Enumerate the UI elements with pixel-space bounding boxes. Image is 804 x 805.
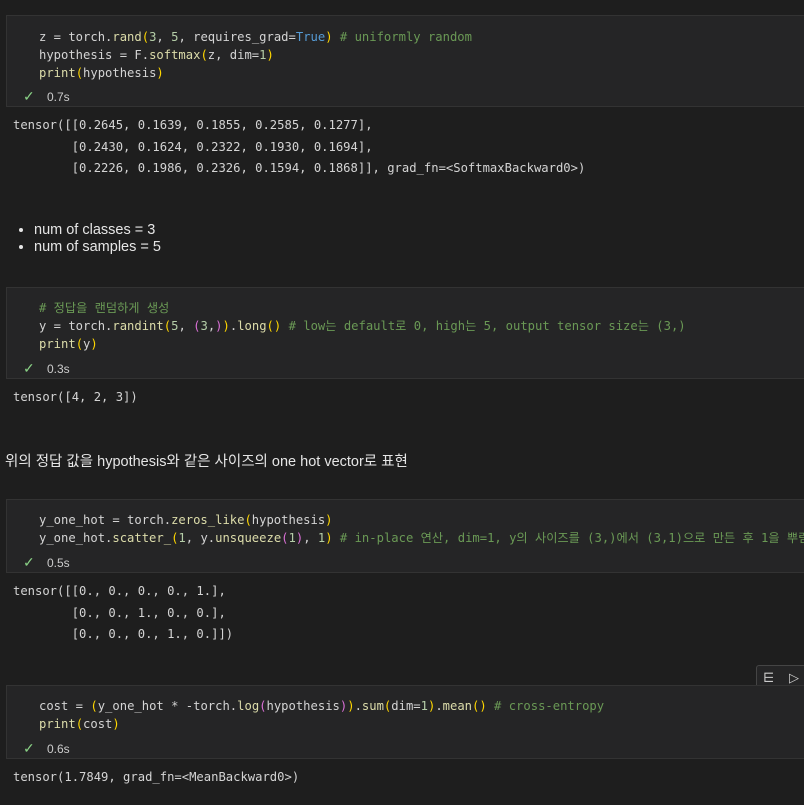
markdown-text: 위의 정답 값을 hypothesis와 같은 사이즈의 one hot vec… — [5, 454, 408, 470]
code-comment: # 정답을 랜덤하게 생성 — [39, 301, 170, 315]
cell-output-1: tensor([[0.2645, 0.1639, 0.1855, 0.2585,… — [13, 118, 586, 175]
run-icon[interactable]: ▷ — [789, 670, 804, 686]
code-cell-2[interactable]: # 정답을 랜덤하게 생성 y = torch.randint(5, (3,))… — [6, 287, 804, 379]
cell-output-4: tensor(1.7849, grad_fn=<MeanBackward0>) — [13, 770, 300, 784]
code-line: print(y) — [39, 337, 98, 351]
check-icon: ✓ — [23, 88, 35, 104]
execution-status: ✓ 0.7s — [23, 88, 70, 105]
markdown-cell: num of classes = 3 num of samples = 5 — [0, 222, 161, 256]
execution-time: 0.7s — [47, 89, 70, 104]
execution-status: ✓ 0.3s — [23, 360, 70, 377]
execution-status: ✓ 0.6s — [23, 740, 70, 757]
list-item: num of samples = 5 — [34, 239, 161, 256]
code-line: cost = (y_one_hot * -torch.log(hypothesi… — [39, 699, 605, 713]
cell-output-2: tensor([4, 2, 3]) — [13, 390, 138, 404]
check-icon: ✓ — [23, 554, 35, 570]
code-line: y = torch.randint(5, (3,)).long() # low는… — [39, 319, 686, 333]
code-cell-1[interactable]: z = torch.rand(3, 5, requires_grad=True)… — [6, 15, 804, 107]
code-editor[interactable]: z = torch.rand(3, 5, requires_grad=True)… — [39, 28, 472, 82]
execution-time: 0.5s — [47, 555, 70, 570]
code-line: y_one_hot.scatter_(1, y.unsqueeze(1), 1)… — [39, 531, 804, 545]
list-item: num of classes = 3 — [34, 222, 161, 239]
execution-time: 0.6s — [47, 741, 70, 756]
code-line: print(cost) — [39, 717, 120, 731]
code-line: z = torch.rand(3, 5, requires_grad=True)… — [39, 30, 472, 44]
code-editor[interactable]: # 정답을 랜덤하게 생성 y = torch.randint(5, (3,))… — [39, 299, 686, 353]
code-line: y_one_hot = torch.zeros_like(hypothesis) — [39, 513, 333, 527]
cell-output-3: tensor([[0., 0., 0., 0., 1.], [0., 0., 1… — [13, 584, 234, 641]
execution-time: 0.3s — [47, 361, 70, 376]
check-icon: ✓ — [23, 360, 35, 376]
code-line: hypothesis = F.softmax(z, dim=1) — [39, 48, 274, 62]
code-line: print(hypothesis) — [39, 66, 164, 80]
code-cell-3[interactable]: y_one_hot = torch.zeros_like(hypothesis)… — [6, 499, 804, 573]
execution-status: ✓ 0.5s — [23, 554, 70, 571]
check-icon: ✓ — [23, 740, 35, 756]
code-editor[interactable]: y_one_hot = torch.zeros_like(hypothesis)… — [39, 511, 804, 547]
code-editor[interactable]: cost = (y_one_hot * -torch.log(hypothesi… — [39, 697, 604, 733]
run-by-line-icon[interactable]: ⋿ — [763, 670, 789, 686]
code-cell-4[interactable]: cost = (y_one_hot * -torch.log(hypothesi… — [6, 685, 804, 759]
